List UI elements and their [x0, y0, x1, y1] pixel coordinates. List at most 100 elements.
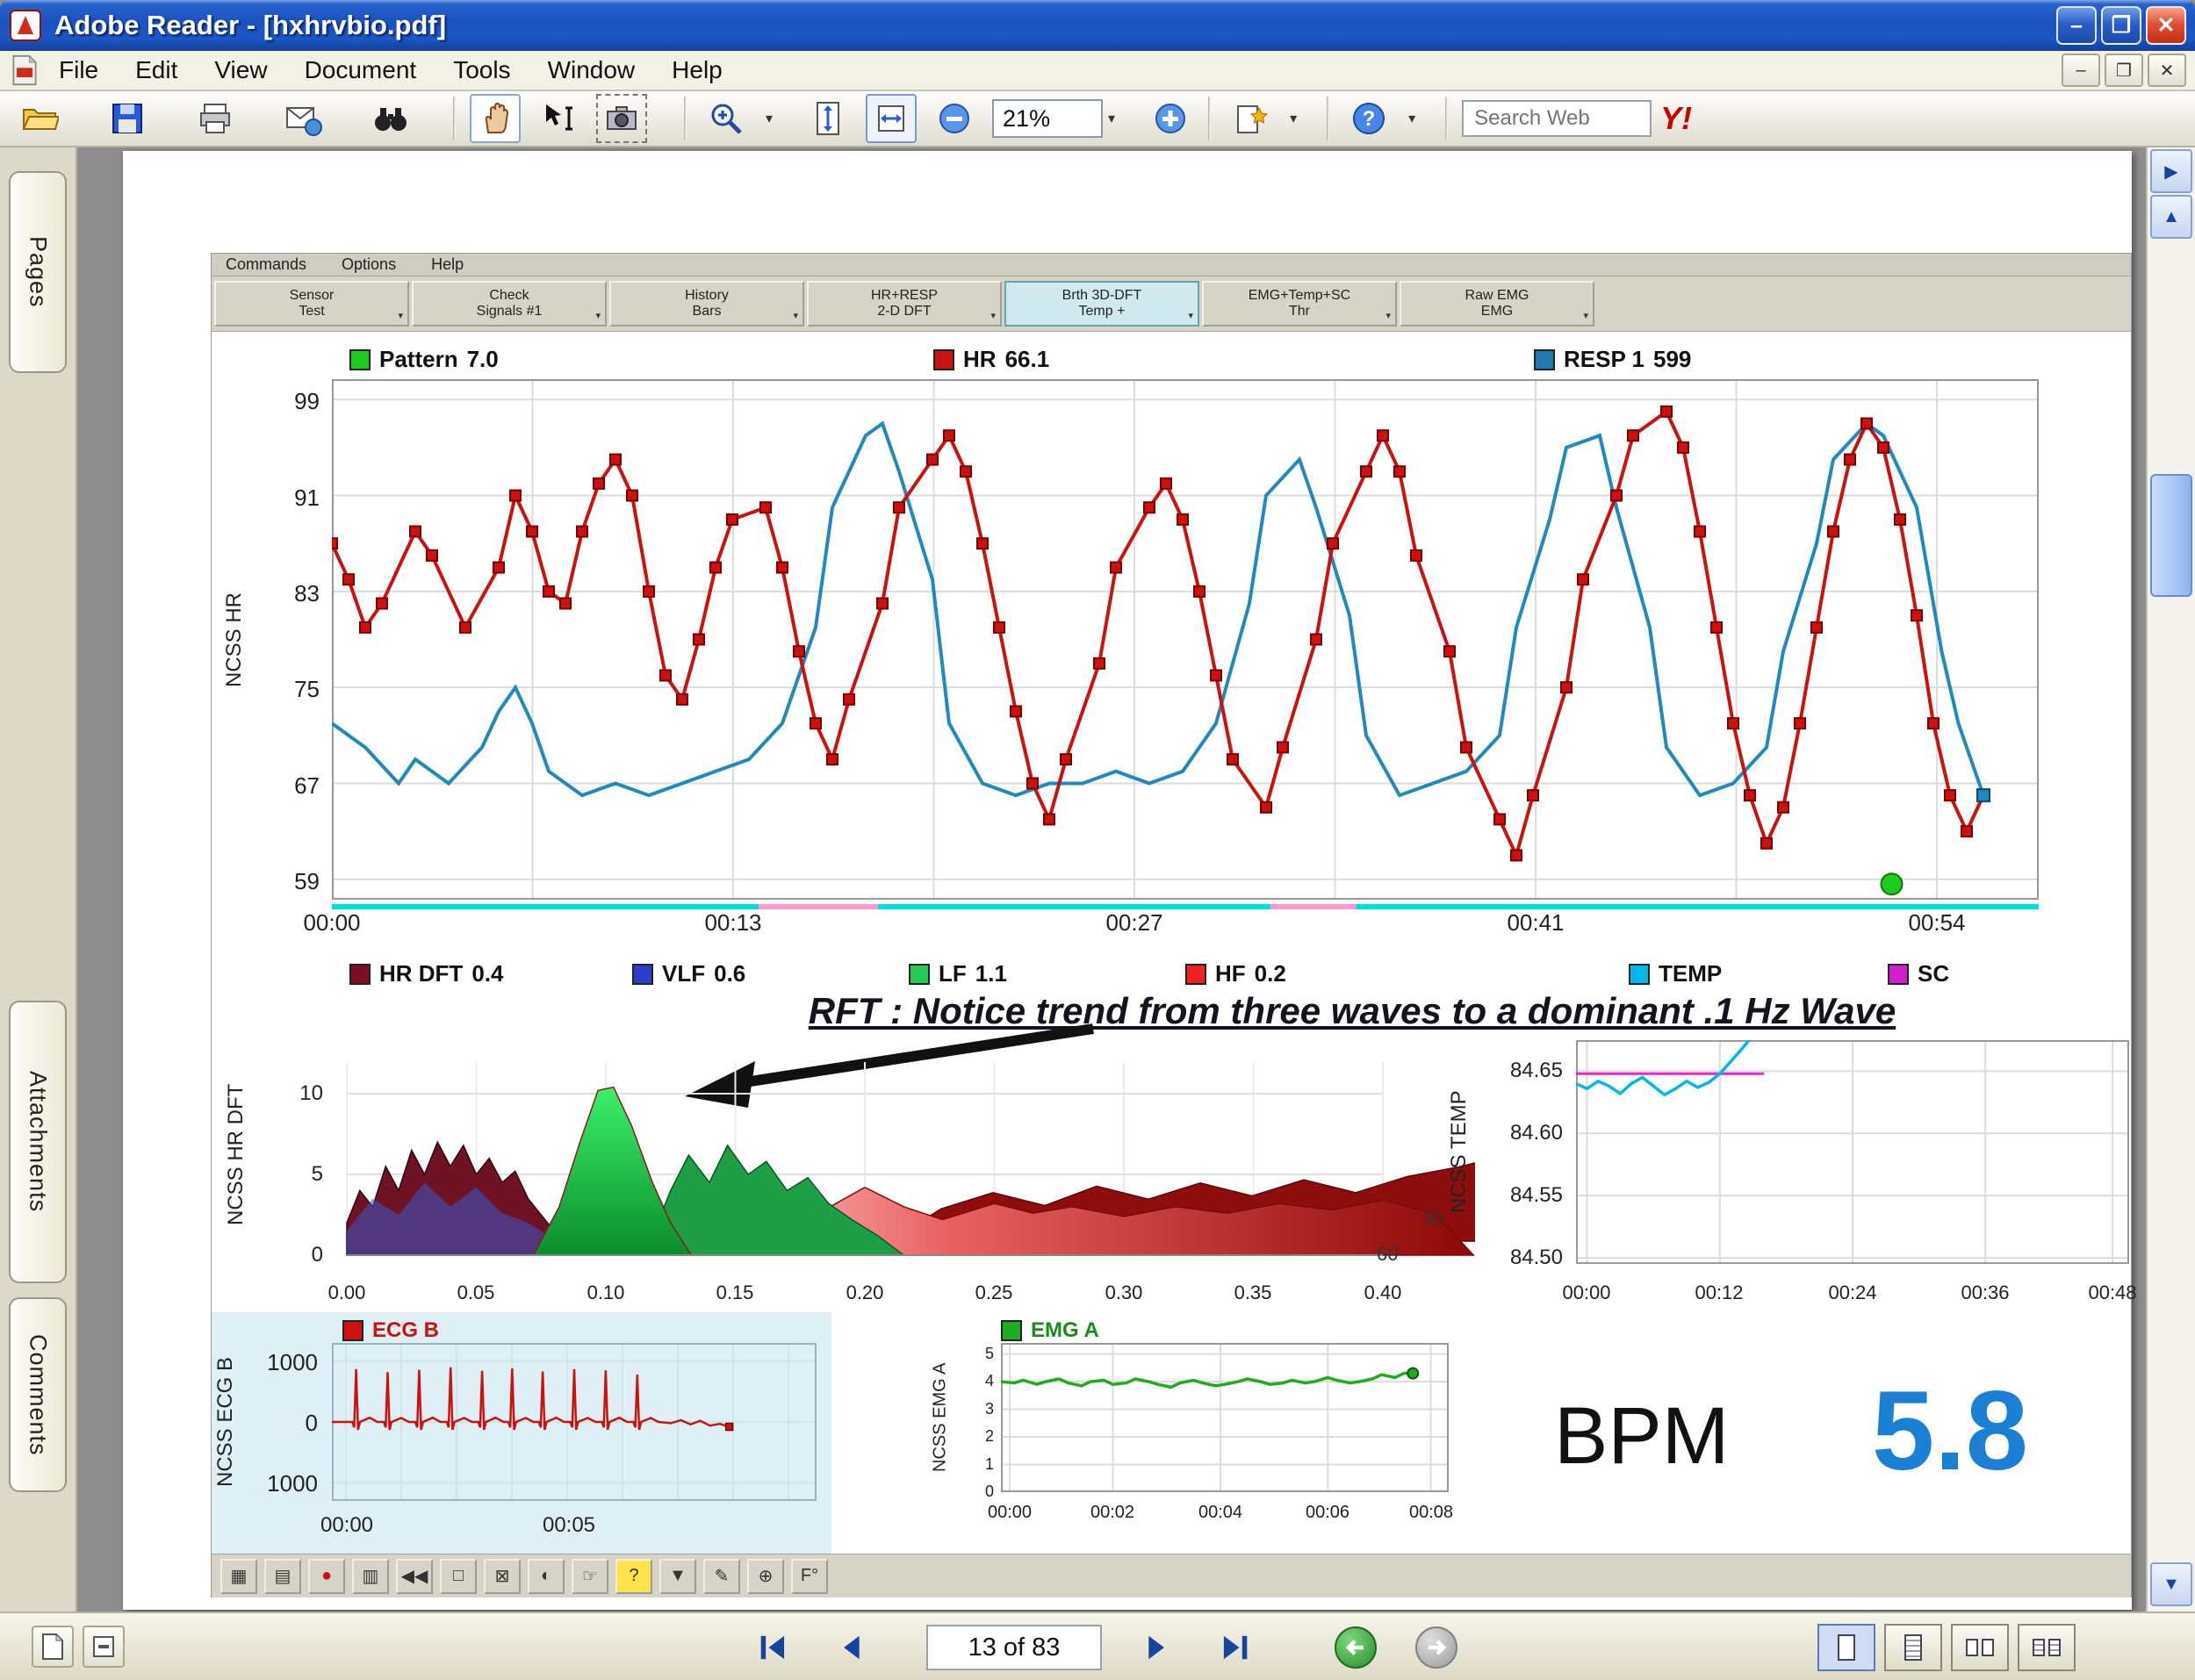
- legend-value: 7.0: [467, 346, 499, 373]
- zoom-in-button[interactable]: [1145, 94, 1196, 143]
- legend-hr-dft: HR DFT 0.4: [349, 960, 503, 987]
- menu-window[interactable]: Window: [529, 56, 654, 84]
- zoom-tool-button[interactable]: [701, 94, 752, 143]
- chevron-down-icon[interactable]: ▾: [1108, 110, 1115, 127]
- open-folder-icon: [20, 99, 59, 138]
- yahoo-logo[interactable]: Y!: [1660, 100, 1692, 137]
- minimize-button[interactable]: –: [2056, 6, 2097, 45]
- temp-axis-label: NCSS TEMP: [1445, 1040, 1473, 1264]
- pair-icon[interactable]: ▥: [352, 1559, 389, 1594]
- single-page-button[interactable]: [1817, 1624, 1875, 1671]
- menu-tools[interactable]: Tools: [435, 56, 529, 84]
- sidebar-tab-attachments[interactable]: Attachments: [9, 1001, 67, 1283]
- close-button[interactable]: ✕: [2146, 6, 2186, 45]
- menu-edit[interactable]: Edit: [117, 56, 196, 84]
- axis-tick-label: 0.30: [1093, 1282, 1155, 1304]
- print-button[interactable]: [190, 94, 241, 143]
- record-icon[interactable]: ●: [308, 1559, 345, 1594]
- legend-value: 0.2: [1255, 960, 1286, 987]
- screen-button-hr-resp-dft[interactable]: HR+RESP 2-D DFT ▾: [807, 281, 1002, 327]
- close-box-icon[interactable]: ⊠: [484, 1559, 521, 1594]
- help-icon[interactable]: ?: [615, 1559, 652, 1594]
- select-text-button[interactable]: [533, 94, 584, 143]
- fit-page-button[interactable]: [802, 94, 853, 143]
- menu-view[interactable]: View: [196, 56, 285, 84]
- window-icon[interactable]: □: [440, 1559, 477, 1594]
- facing-button[interactable]: [1951, 1624, 2009, 1671]
- status-collapse-button[interactable]: [83, 1626, 125, 1668]
- save-icon[interactable]: ▦: [220, 1559, 257, 1594]
- zoom-out-button[interactable]: [929, 94, 980, 143]
- app-menu-options[interactable]: Options: [342, 255, 396, 274]
- first-page-button[interactable]: [751, 1626, 796, 1669]
- scroll-up-button[interactable]: ▲: [2150, 195, 2192, 239]
- scrollbar-thumb[interactable]: [2150, 474, 2192, 597]
- screen-button-sensor-test[interactable]: Sensor Test ▾: [214, 281, 409, 327]
- chevron-down-icon[interactable]: ▾: [1290, 110, 1297, 127]
- adobe-reader-icon: [9, 9, 42, 42]
- legend-swatch: [1888, 964, 1909, 985]
- last-page-button[interactable]: [1212, 1626, 1257, 1669]
- sidebar-tab-comments[interactable]: Comments: [9, 1297, 67, 1492]
- screen-button-history-bars[interactable]: History Bars ▾: [609, 281, 804, 327]
- snapshot-button[interactable]: [596, 94, 647, 143]
- button-label: Bars: [693, 304, 722, 319]
- screen-button-raw-emg[interactable]: Raw EMG EMG ▾: [1400, 281, 1594, 327]
- page-number-input[interactable]: [926, 1625, 1102, 1670]
- doc-restore-button[interactable]: ❐: [2105, 54, 2143, 87]
- doc-close-button[interactable]: ✕: [2148, 54, 2186, 87]
- previous-page-button[interactable]: [830, 1626, 875, 1669]
- menu-help[interactable]: Help: [653, 56, 741, 84]
- save-button[interactable]: [102, 94, 153, 143]
- globe-icon[interactable]: ⊕: [747, 1559, 784, 1594]
- app-menu-help[interactable]: Help: [431, 255, 464, 274]
- search-web-input[interactable]: [1462, 100, 1652, 137]
- axis-tick-label: 10: [255, 1081, 323, 1106]
- splitter-button[interactable]: ▶: [2150, 149, 2192, 193]
- scroll-down-button[interactable]: ▼: [2150, 1562, 2192, 1606]
- app-menubar: Commands Options Help: [212, 254, 2131, 276]
- clock-icon[interactable]: ◐: [528, 1559, 565, 1594]
- screen-button-emg-temp-sc[interactable]: EMG+Temp+SC Thr ▾: [1202, 281, 1397, 327]
- legend-pattern: Pattern 7.0: [349, 346, 499, 373]
- zoom-level-input[interactable]: [992, 99, 1103, 138]
- maximize-button[interactable]: ❐: [2101, 6, 2141, 45]
- open-button[interactable]: [14, 94, 65, 143]
- chevron-down-icon[interactable]: ▾: [766, 110, 773, 127]
- doc-minimize-button[interactable]: –: [2062, 54, 2100, 87]
- floppy-save-icon: [108, 99, 147, 138]
- axis-tick-label: 00:54: [1897, 909, 1976, 937]
- menu-file[interactable]: File: [40, 56, 117, 84]
- degree-icon[interactable]: F°: [791, 1559, 828, 1594]
- app-menu-commands[interactable]: Commands: [226, 255, 306, 274]
- rewind-icon[interactable]: ◀◀: [396, 1559, 433, 1594]
- hand-cursor-icon[interactable]: ☞: [572, 1559, 608, 1594]
- help-button[interactable]: ?: [1343, 94, 1394, 143]
- vertical-scrollbar[interactable]: ▶ ▲ ▼: [2146, 147, 2195, 1612]
- email-button[interactable]: [277, 94, 328, 143]
- legend-label: VLF: [662, 960, 705, 987]
- continuous-button[interactable]: [1884, 1624, 1942, 1671]
- continuous-facing-button[interactable]: [2018, 1624, 2076, 1671]
- pen-icon[interactable]: ✎: [703, 1559, 740, 1594]
- button-label: History: [685, 288, 729, 304]
- previous-view-button[interactable]: [1335, 1626, 1377, 1669]
- screen-button-check-signals[interactable]: Check Signals #1 ▾: [412, 281, 607, 327]
- print-icon[interactable]: ▤: [264, 1559, 301, 1594]
- next-page-button[interactable]: [1133, 1626, 1178, 1669]
- sidebar-tab-pages[interactable]: Pages: [9, 171, 67, 373]
- axis-tick-label: 00:00: [979, 1503, 1040, 1523]
- event-marker: [1882, 873, 1903, 894]
- hand-tool-button[interactable]: [470, 94, 521, 143]
- close-icon: ✕: [2160, 60, 2175, 82]
- next-view-button[interactable]: [1415, 1626, 1457, 1669]
- page-display-button[interactable]: [1225, 94, 1276, 143]
- axis-tick-label: 4: [964, 1372, 994, 1390]
- marker-icon[interactable]: ▼: [659, 1559, 696, 1594]
- fit-width-button[interactable]: [866, 94, 917, 143]
- screen-button-brth-3d-dft[interactable]: Brth 3D-DFT Temp + ▾: [1004, 281, 1199, 327]
- chevron-down-icon[interactable]: ▾: [1408, 110, 1415, 127]
- menu-document[interactable]: Document: [286, 56, 435, 84]
- search-button[interactable]: [365, 94, 416, 143]
- status-doc-button[interactable]: [32, 1626, 74, 1668]
